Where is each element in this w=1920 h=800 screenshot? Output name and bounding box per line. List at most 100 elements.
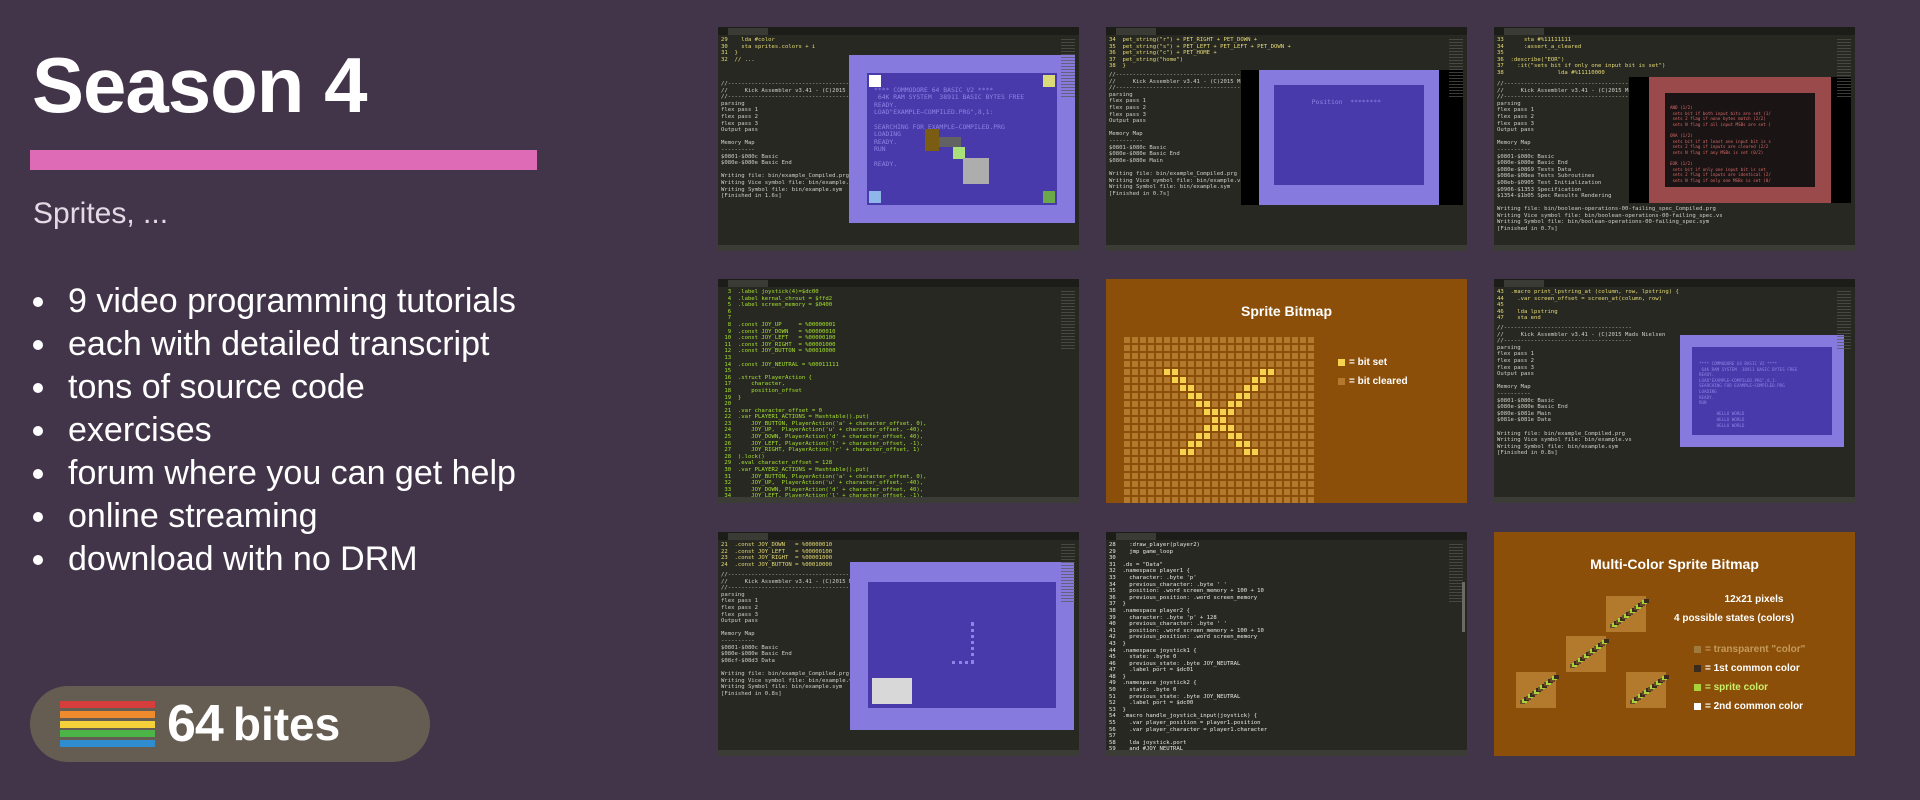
bullet-icon	[33, 468, 43, 479]
bitmap-cell	[1244, 489, 1250, 495]
status-bar	[718, 497, 1079, 503]
bitmap-cell	[1140, 385, 1146, 391]
bitmap-cell	[1180, 441, 1186, 447]
bitmap-cell	[1276, 417, 1282, 423]
bitmap-cell	[1244, 481, 1250, 487]
editor-tab[interactable]	[728, 533, 768, 540]
minimap[interactable]	[1837, 39, 1851, 99]
swatch-icon	[1694, 684, 1701, 691]
editor-tab[interactable]	[1504, 280, 1544, 287]
bitmap-cell	[1220, 449, 1226, 455]
bitmap-cell	[1268, 441, 1274, 447]
bitmap-cell	[1212, 393, 1218, 399]
bitmap-cell	[1156, 457, 1162, 463]
bitmap-cell	[1292, 369, 1298, 375]
bitmap-cell	[1172, 473, 1178, 479]
bitmap-cell	[1260, 401, 1266, 407]
bitmap-cell	[1148, 497, 1154, 503]
bitmap-cell	[1284, 369, 1290, 375]
bitmap-cell	[1284, 409, 1290, 415]
bitmap-cell	[1156, 409, 1162, 415]
bitmap-cell	[1196, 497, 1202, 503]
bitmap-cell	[1268, 425, 1274, 431]
scrollbar[interactable]	[1462, 582, 1465, 632]
bitmap-cell	[1260, 497, 1266, 503]
bitmap-cell	[1172, 465, 1178, 471]
bitmap-cell	[1212, 489, 1218, 495]
minimap[interactable]	[1449, 544, 1463, 604]
bitmap-cell	[1252, 457, 1258, 463]
bitmap-cell	[1228, 417, 1234, 423]
bitmap-cell	[1156, 425, 1162, 431]
bitmap-cell	[1180, 465, 1186, 471]
thumbnail-5[interactable]: Sprite Bitmap = bit set = bit cleared	[1106, 279, 1467, 503]
bitmap-cell	[1268, 433, 1274, 439]
bitmap-cell	[1148, 449, 1154, 455]
minimap[interactable]	[1061, 544, 1075, 604]
bitmap-cell	[1300, 401, 1306, 407]
thumbnail-3[interactable]: 33 sta #%11111111 34 :assert_a_cleared 3…	[1494, 27, 1855, 251]
minimap[interactable]	[1449, 39, 1463, 99]
rainbow-stripes-icon	[60, 701, 155, 747]
bitmap-cell	[1284, 401, 1290, 407]
thumbnail-2[interactable]: 34 pet_string("r") + PET_RIGHT + PET_DOW…	[1106, 27, 1467, 251]
thumbnail-4[interactable]: 3 .label joystick(4)=$dc00 4 .label kern…	[718, 279, 1079, 503]
minimap[interactable]	[1837, 291, 1851, 351]
bitmap-cell	[1300, 489, 1306, 495]
thumbnail-9[interactable]: Multi-Color Sprite Bitmap 12x21 pixels 4…	[1494, 532, 1855, 756]
thumbnail-8[interactable]: 28 :draw_player(player2) 29 jmp game_loo…	[1106, 532, 1467, 756]
subtitle: Sprites, ...	[33, 197, 169, 230]
sprite-pixel	[1554, 674, 1559, 679]
bitmap-cell	[1156, 377, 1162, 383]
bitmap-cell	[1132, 393, 1138, 399]
bitmap-cell	[1212, 449, 1218, 455]
bitmap-cell	[1188, 377, 1194, 383]
c64-screen-text: **** COMMODORE 64 BASIC V2 **** 64K RAM …	[874, 86, 1025, 169]
minimap[interactable]	[1061, 39, 1075, 99]
bitmap-cell	[1244, 417, 1250, 423]
bitmap-cell	[1276, 433, 1282, 439]
bitmap-cell	[1300, 409, 1306, 415]
c64-screen-text: AND (1/2) sets bit if both input bits ar…	[1670, 105, 1771, 183]
bitmap-cell	[1172, 409, 1178, 415]
source-code: 43 .macro print_lpstring_at (column, row…	[1497, 289, 1679, 322]
bitmap-cell	[1252, 441, 1258, 447]
bitmap-cell	[1188, 345, 1194, 351]
bitmap-cell	[1260, 337, 1266, 343]
editor-tab[interactable]	[728, 280, 768, 287]
bitmap-cell	[1220, 337, 1226, 343]
editor-tab[interactable]	[1116, 28, 1156, 35]
feature-item: forum where you can get help	[33, 452, 516, 495]
bitmap-cell	[1164, 481, 1170, 487]
bitmap-cell	[1156, 489, 1162, 495]
editor-tab[interactable]	[1116, 533, 1156, 540]
bitmap-cell	[1132, 425, 1138, 431]
bitmap-cell	[1156, 393, 1162, 399]
bitmap-cell	[1244, 433, 1250, 439]
bitmap-cell	[1124, 393, 1130, 399]
bitmap-cell	[1308, 425, 1314, 431]
editor-tab[interactable]	[728, 28, 768, 35]
bitmap-cell	[1284, 433, 1290, 439]
bitmap-cell	[1196, 433, 1202, 439]
bitmap-cell	[1284, 473, 1290, 479]
bitmap-cell	[1180, 489, 1186, 495]
editor-tab[interactable]	[1504, 28, 1544, 35]
legend-item: = 1st common color	[1694, 663, 1805, 674]
bitmap-cell	[1308, 377, 1314, 383]
minimap[interactable]	[1061, 291, 1075, 351]
bitmap-cell	[1276, 361, 1282, 367]
bitmap-cell	[1244, 377, 1250, 383]
thumbnail-7[interactable]: 21 .const JOY_DOWN = %00000010 22 .const…	[718, 532, 1079, 756]
bitmap-cell	[1244, 353, 1250, 359]
thumbnail-6[interactable]: 43 .macro print_lpstring_at (column, row…	[1494, 279, 1855, 503]
slide-title: Sprite Bitmap	[1240, 303, 1332, 319]
bitmap-cell	[1204, 465, 1210, 471]
bitmap-cell	[1300, 441, 1306, 447]
bitmap-cell	[1188, 465, 1194, 471]
bitmap-cell	[1140, 337, 1146, 343]
bitmap-cell	[1196, 353, 1202, 359]
thumbnail-1[interactable]: 29 lda #color 30 sta sprites.colors + i …	[718, 27, 1079, 251]
bitmap-cell	[1308, 457, 1314, 463]
bitmap-cell	[1284, 449, 1290, 455]
